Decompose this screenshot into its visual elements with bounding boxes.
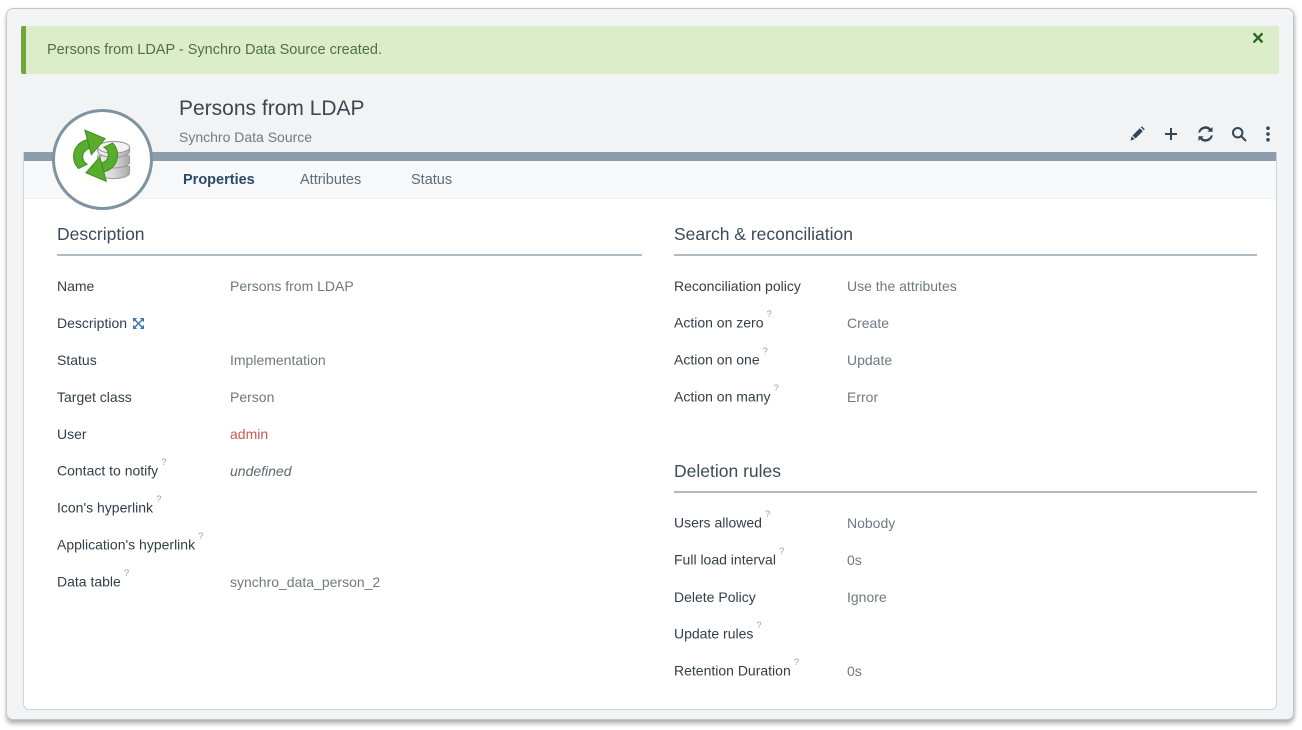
help-marker: ? (767, 309, 772, 320)
field-value: Persons from LDAP (230, 278, 354, 294)
field-label: Data table (57, 574, 121, 590)
tab-status[interactable]: Status (411, 161, 452, 199)
right-column: Search & reconciliation Reconciliation p… (674, 224, 1257, 689)
field-row-reconciliation-policy: Reconciliation policy Use the attributes (674, 267, 1257, 304)
search-icon[interactable] (1231, 125, 1248, 142)
field-label: Update rules (674, 626, 753, 642)
field-label: Delete Policy (674, 589, 756, 605)
help-marker: ? (774, 383, 779, 394)
field-value: Nobody (847, 515, 895, 531)
field-label: Target class (57, 389, 132, 405)
tab-properties[interactable]: Properties (183, 161, 255, 199)
field-label: User (57, 426, 87, 442)
object-toolbar (1129, 125, 1273, 142)
field-label: Retention Duration (674, 663, 791, 679)
field-value: Person (230, 389, 274, 405)
app-window: Persons from LDAP - Synchro Data Source … (6, 8, 1294, 720)
field-row-data-table: Data table? synchro_data_person_2 (57, 563, 642, 600)
field-row-name: Name Persons from LDAP (57, 267, 642, 304)
field-row-target-class: Target class Person (57, 378, 642, 415)
help-marker: ? (161, 457, 166, 468)
tab-attributes[interactable]: Attributes (300, 161, 361, 199)
object-class-subtitle: Synchro Data Source (179, 129, 312, 145)
help-marker: ? (124, 568, 129, 579)
field-row-retention-duration: Retention Duration? 0s (674, 652, 1257, 689)
field-row-action-on-one: Action on one? Update (674, 341, 1257, 378)
field-row-delete-policy: Delete Policy Ignore (674, 578, 1257, 615)
field-label: Icon's hyperlink (57, 500, 153, 516)
field-row-users-allowed: Users allowed? Nobody (674, 504, 1257, 541)
field-row-user: User admin (57, 415, 642, 452)
field-label: Description (57, 315, 127, 331)
tab-bar-accent (24, 152, 1276, 161)
field-label: Status (57, 352, 97, 368)
more-menu-icon[interactable] (1265, 125, 1273, 142)
help-marker: ? (765, 509, 770, 520)
close-icon[interactable]: × (1247, 28, 1269, 50)
success-banner: Persons from LDAP - Synchro Data Source … (21, 26, 1279, 74)
expand-icon[interactable] (133, 318, 144, 329)
help-marker: ? (756, 620, 761, 631)
field-label: Full load interval (674, 552, 776, 568)
fieldset-title: Search & reconciliation (674, 224, 1257, 256)
field-value: synchro_data_person_2 (230, 574, 380, 590)
field-label: Action on zero (674, 315, 764, 331)
field-value: Use the attributes (847, 278, 957, 294)
tab-bar: Properties Attributes Status (24, 161, 1276, 199)
field-value: Error (847, 389, 878, 405)
fieldset-title: Deletion rules (674, 461, 1257, 493)
success-message: Persons from LDAP - Synchro Data Source … (47, 26, 382, 74)
object-details-card: Properties Attributes Status Description… (23, 152, 1277, 710)
field-label: Action on many (674, 389, 771, 405)
field-label: Action on one (674, 352, 760, 368)
page-title: Persons from LDAP (179, 97, 365, 121)
field-row-icons-hyperlink: Icon's hyperlink? (57, 489, 642, 526)
field-label: Name (57, 278, 94, 294)
field-label: Users allowed (674, 515, 762, 531)
help-marker: ? (779, 546, 784, 557)
refresh-icon[interactable] (1197, 125, 1214, 142)
field-value: Update (847, 352, 892, 368)
database-sync-icon (69, 126, 137, 194)
field-label: Application's hyperlink (57, 537, 195, 553)
user-link[interactable]: admin (230, 426, 268, 442)
fieldset-deletion-rules: Deletion rules Users allowed? Nobody Ful… (674, 461, 1257, 689)
fieldset-description: Description Name Persons from LDAP Descr… (57, 224, 642, 600)
field-row-full-load-interval: Full load interval? 0s (674, 541, 1257, 578)
help-marker: ? (198, 531, 203, 542)
help-marker: ? (156, 494, 161, 505)
field-row-description: Description (57, 304, 642, 341)
field-label: Contact to notify (57, 463, 158, 479)
field-row-contact-to-notify: Contact to notify? undefined (57, 452, 642, 489)
field-row-action-on-many: Action on many? Error (674, 378, 1257, 415)
fieldset-title: Description (57, 224, 642, 256)
field-value: Implementation (230, 352, 326, 368)
edit-pencil-icon[interactable] (1129, 125, 1146, 142)
help-marker: ? (763, 346, 768, 357)
field-value: 0s (847, 552, 862, 568)
field-value: undefined (230, 463, 292, 479)
field-label: Reconciliation policy (674, 278, 801, 294)
field-value: 0s (847, 663, 862, 679)
field-row-action-on-zero: Action on zero? Create (674, 304, 1257, 341)
field-row-update-rules: Update rules? (674, 615, 1257, 652)
field-row-status: Status Implementation (57, 341, 642, 378)
field-value: Create (847, 315, 889, 331)
field-row-applications-hyperlink: Application's hyperlink? (57, 526, 642, 563)
field-value: Ignore (847, 589, 887, 605)
help-marker: ? (794, 657, 799, 668)
fieldset-search-reconciliation: Search & reconciliation Reconciliation p… (674, 224, 1257, 415)
plus-icon[interactable] (1163, 125, 1180, 142)
synchro-data-source-icon (52, 109, 153, 210)
